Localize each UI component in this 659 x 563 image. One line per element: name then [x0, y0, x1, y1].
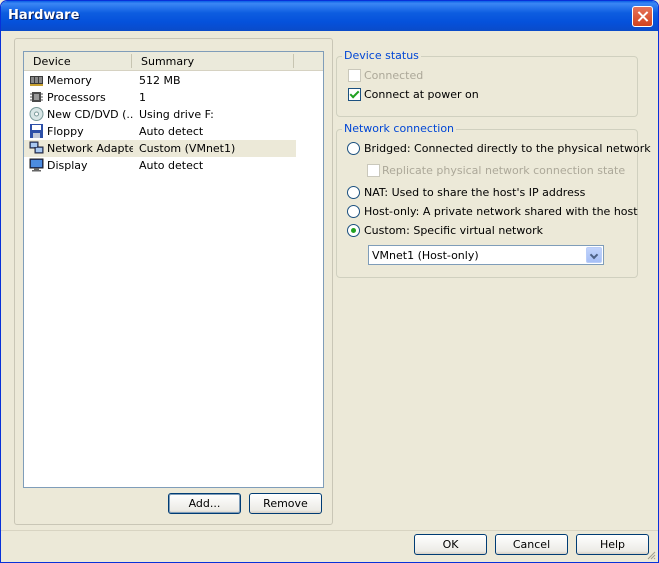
custom-radio[interactable] [347, 224, 360, 237]
floppy-icon [30, 124, 43, 138]
device-row-memory[interactable]: Memory 512 MB [24, 72, 323, 89]
ok-button[interactable]: OK [414, 534, 487, 555]
ok-button-label: OK [442, 538, 459, 551]
help-button-label: Help [599, 538, 626, 551]
device-summary: Custom (VMnet1) [139, 142, 236, 155]
column-header-summary[interactable]: Summary [141, 55, 194, 68]
device-summary: Auto detect [139, 159, 204, 172]
column-header-device[interactable]: Device [33, 55, 71, 68]
processor-icon [30, 92, 43, 102]
network-connection-title: Network connection [342, 122, 457, 135]
cancel-button-label: Cancel [512, 538, 551, 551]
resize-grip-icon[interactable] [646, 550, 656, 560]
bridged-label: Bridged: Connected directly to the physi… [364, 142, 651, 155]
column-separator[interactable] [293, 54, 294, 68]
help-button[interactable]: Help [576, 534, 649, 555]
device-row-network-adapter[interactable]: Network Adapter Custom (VMnet1) [24, 140, 296, 157]
device-row-floppy[interactable]: Floppy Auto detect [24, 123, 323, 140]
add-button-label: Add... [188, 497, 221, 510]
device-row-processors[interactable]: Processors 1 [24, 89, 323, 106]
connect-at-power-on-checkbox[interactable] [348, 88, 361, 101]
close-button[interactable] [632, 6, 653, 27]
hardware-dialog: Hardware Device Summary Memory 512 MB Pr… [0, 0, 659, 563]
chevron-down-icon[interactable] [586, 247, 602, 263]
device-name: Floppy [47, 125, 84, 138]
device-summary: Auto detect [139, 125, 204, 138]
device-summary: Using drive F: [139, 108, 214, 121]
add-button[interactable]: Add... [168, 493, 241, 514]
virtual-network-value: VMnet1 (Host-only) [372, 249, 479, 262]
remove-button[interactable]: Remove [249, 493, 322, 514]
device-name: Display [47, 159, 88, 172]
memory-icon [30, 76, 43, 86]
host-only-radio[interactable] [347, 205, 360, 218]
replicate-state-label: Replicate physical network connection st… [382, 164, 626, 177]
device-summary: 512 MB [139, 74, 181, 87]
device-row-display[interactable]: Display Auto detect [24, 157, 323, 174]
device-list[interactable]: Device Summary Memory 512 MB Processors … [23, 51, 324, 488]
device-status-title: Device status [342, 49, 421, 62]
device-list-header: Device Summary [24, 52, 323, 71]
display-icon [29, 158, 44, 172]
device-name: Network Adapter [47, 142, 133, 155]
nat-label: NAT: Used to share the host's IP address [364, 186, 586, 199]
device-name: Memory [47, 74, 92, 87]
device-summary: 1 [139, 91, 146, 104]
host-only-label: Host-only: A private network shared with… [364, 205, 638, 218]
connected-label: Connected [364, 69, 424, 82]
column-separator[interactable] [131, 54, 132, 68]
title-bar[interactable]: Hardware [1, 1, 658, 31]
cancel-button[interactable]: Cancel [495, 534, 568, 555]
replicate-state-checkbox[interactable] [367, 164, 380, 177]
device-status-group [336, 56, 638, 117]
remove-button-label: Remove [263, 497, 308, 510]
window-title: Hardware [8, 8, 80, 23]
bridged-radio[interactable] [347, 142, 360, 155]
device-row-cd-dvd[interactable]: New CD/DVD (... Using drive F: [24, 106, 323, 123]
custom-label: Custom: Specific virtual network [364, 224, 543, 237]
nat-radio[interactable] [347, 186, 360, 199]
footer-divider [1, 530, 658, 531]
virtual-network-select[interactable]: VMnet1 (Host-only) [368, 245, 604, 265]
connected-checkbox[interactable] [348, 69, 361, 82]
network-adapter-icon [29, 141, 44, 154]
device-name: Processors [47, 91, 106, 104]
device-name: New CD/DVD (... [47, 108, 133, 121]
connect-at-power-on-label: Connect at power on [364, 88, 479, 101]
cd-dvd-icon [29, 107, 44, 121]
